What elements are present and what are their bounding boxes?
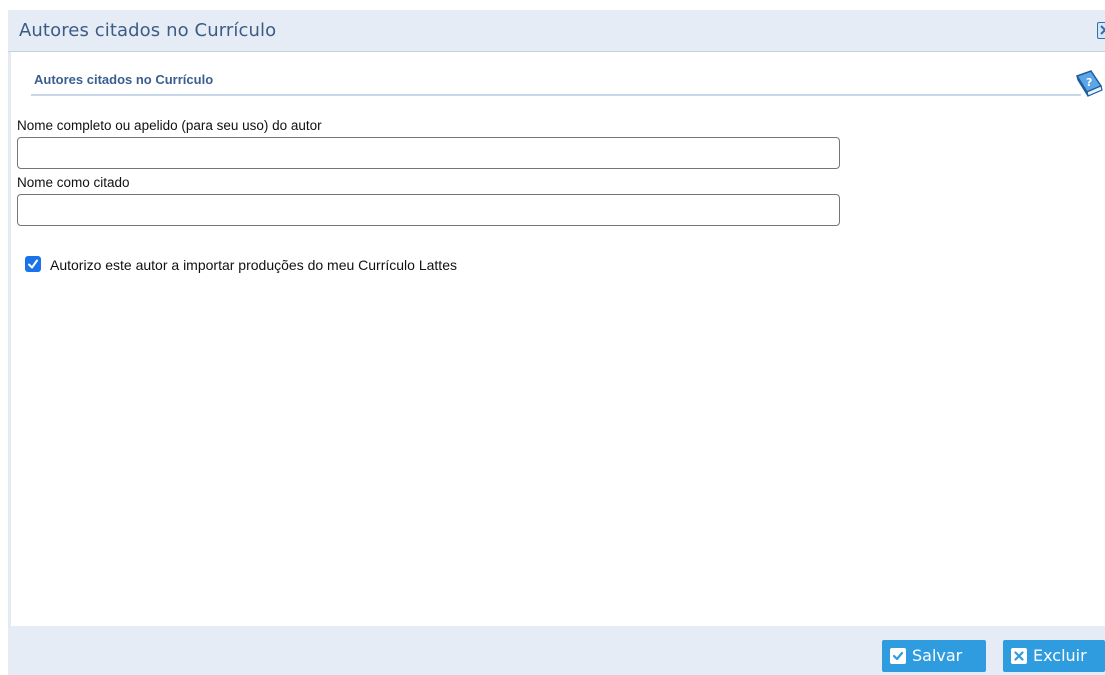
authorize-import-label: Autorizo este autor a importar produções… [50, 257, 457, 273]
section-header: Autores citados no Currículo [31, 72, 1081, 96]
svg-text:?: ? [1086, 76, 1092, 89]
full-name-label: Nome completo ou apelido (para seu uso) … [17, 118, 322, 133]
delete-button[interactable]: Excluir [1003, 640, 1105, 672]
authorize-import-checkbox[interactable] [25, 256, 41, 272]
x-icon [1011, 648, 1027, 664]
dialog-footer: Salvar Excluir [8, 626, 1105, 675]
cited-name-label: Nome como citado [17, 175, 130, 190]
save-button[interactable]: Salvar [882, 640, 986, 672]
close-icon[interactable] [1097, 22, 1105, 39]
full-name-input[interactable] [17, 137, 840, 169]
dialog-title: Autores citados no Currículo [19, 20, 277, 41]
cited-name-input[interactable] [17, 194, 840, 226]
dialog-titlebar: Autores citados no Currículo [8, 10, 1105, 52]
check-icon [890, 648, 906, 664]
authors-dialog: Autores citados no Currículo Autores cit… [8, 10, 1105, 675]
help-book-icon[interactable]: ? [1071, 68, 1105, 100]
section-title: Autores citados no Currículo [34, 72, 214, 87]
delete-label: Excluir [1033, 646, 1087, 665]
save-label: Salvar [912, 646, 963, 665]
